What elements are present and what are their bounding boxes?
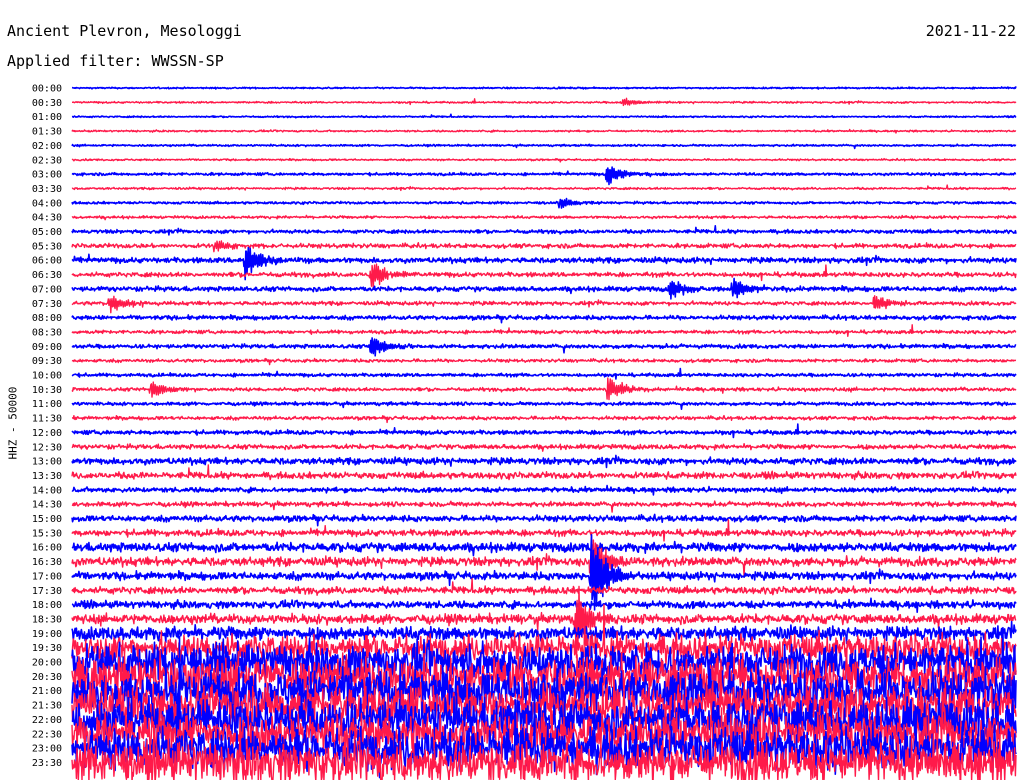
row-label: 10:00: [32, 371, 62, 382]
row-label: 14:00: [32, 485, 62, 496]
row-label: 12:30: [32, 442, 62, 453]
trace-0930: [71, 357, 1017, 366]
trace-0130: [71, 128, 1017, 134]
helicorder-plot: 00:00 00:30 01:00 01:30 02:00 02:30 03:00 03:30…: [32, 84, 1017, 780]
row-label: 03:00: [32, 170, 62, 181]
trace-0730: [71, 295, 1017, 314]
row-label: 08:00: [32, 313, 62, 324]
trace-1600: [71, 540, 1017, 557]
row-label: 20:00: [32, 658, 62, 669]
row-label: 22:30: [32, 729, 62, 740]
row-label: 00:30: [32, 98, 62, 109]
row-label: 20:30: [32, 672, 62, 683]
trace-0230: [71, 157, 1017, 163]
trace-1200: [71, 423, 1017, 439]
row-label: 10:30: [32, 385, 62, 396]
trace-0330: [71, 184, 1017, 192]
row-label: 15:00: [32, 514, 62, 525]
row-label: 17:00: [32, 571, 62, 582]
trace-0830: [71, 324, 1017, 337]
row-label: 06:00: [32, 256, 62, 267]
row-label: 09:30: [32, 356, 62, 367]
row-label: 16:00: [32, 543, 62, 554]
row-label: 03:30: [32, 184, 62, 195]
trace-0500: [71, 225, 1017, 236]
row-label: 11:00: [32, 399, 62, 410]
row-label: 05:30: [32, 241, 62, 252]
row-label: 22:00: [32, 715, 62, 726]
row-label: 23:00: [32, 744, 62, 755]
row-labels-group: 00:00 00:30 01:00 01:30 02:00 02:30 03:00 03:30…: [32, 84, 62, 769]
row-label: 07:30: [32, 299, 62, 310]
trace-1500: [71, 513, 1017, 527]
row-label: 17:30: [32, 586, 62, 597]
trace-1430: [71, 500, 1017, 513]
row-label: 04:00: [32, 198, 62, 209]
row-label: 00:00: [32, 84, 62, 95]
row-label: 13:00: [32, 457, 62, 468]
row-label: 19:30: [32, 643, 62, 654]
trace-1300: [71, 454, 1017, 469]
trace-1000: [71, 367, 1017, 380]
row-label: 02:00: [32, 141, 62, 152]
trace-0030: [71, 97, 1017, 107]
trace-1800: [71, 597, 1017, 613]
traces-group: [71, 86, 1017, 780]
row-label: 07:00: [32, 284, 62, 295]
row-label: 02:30: [32, 155, 62, 166]
row-label: 21:30: [32, 701, 62, 712]
row-label: 15:30: [32, 528, 62, 539]
trace-0530: [71, 240, 1017, 253]
row-label: 11:30: [32, 414, 62, 425]
row-label: 06:30: [32, 270, 62, 281]
trace-0400: [71, 197, 1017, 209]
trace-1400: [71, 484, 1017, 496]
row-label: 14:30: [32, 500, 62, 511]
trace-0000: [71, 86, 1017, 90]
row-label: 04:30: [32, 213, 62, 224]
trace-0430: [71, 214, 1017, 221]
trace-0300: [71, 166, 1017, 186]
trace-1730: [71, 578, 1017, 596]
trace-0800: [71, 313, 1017, 324]
trace-1030: [71, 377, 1017, 401]
row-label: 01:00: [32, 112, 62, 123]
row-label: 21:00: [32, 686, 62, 697]
trace-1330: [71, 464, 1017, 481]
trace-1230: [71, 443, 1017, 452]
trace-0630: [71, 263, 1017, 289]
row-label: 18:30: [32, 614, 62, 625]
trace-0900: [71, 337, 1017, 357]
row-label: 12:00: [32, 428, 62, 439]
trace-1530: [71, 519, 1017, 542]
row-label: 13:30: [32, 471, 62, 482]
row-label: 18:00: [32, 600, 62, 611]
row-label: 05:00: [32, 227, 62, 238]
trace-1100: [71, 400, 1017, 410]
row-label: 08:30: [32, 327, 62, 338]
trace-0100: [71, 113, 1017, 119]
trace-0200: [71, 143, 1017, 150]
row-label: 09:00: [32, 342, 62, 353]
row-label: 19:00: [32, 629, 62, 640]
row-label: 01:30: [32, 127, 62, 138]
row-label: 23:30: [32, 758, 62, 769]
row-label: 16:30: [32, 557, 62, 568]
trace-1130: [71, 414, 1017, 424]
